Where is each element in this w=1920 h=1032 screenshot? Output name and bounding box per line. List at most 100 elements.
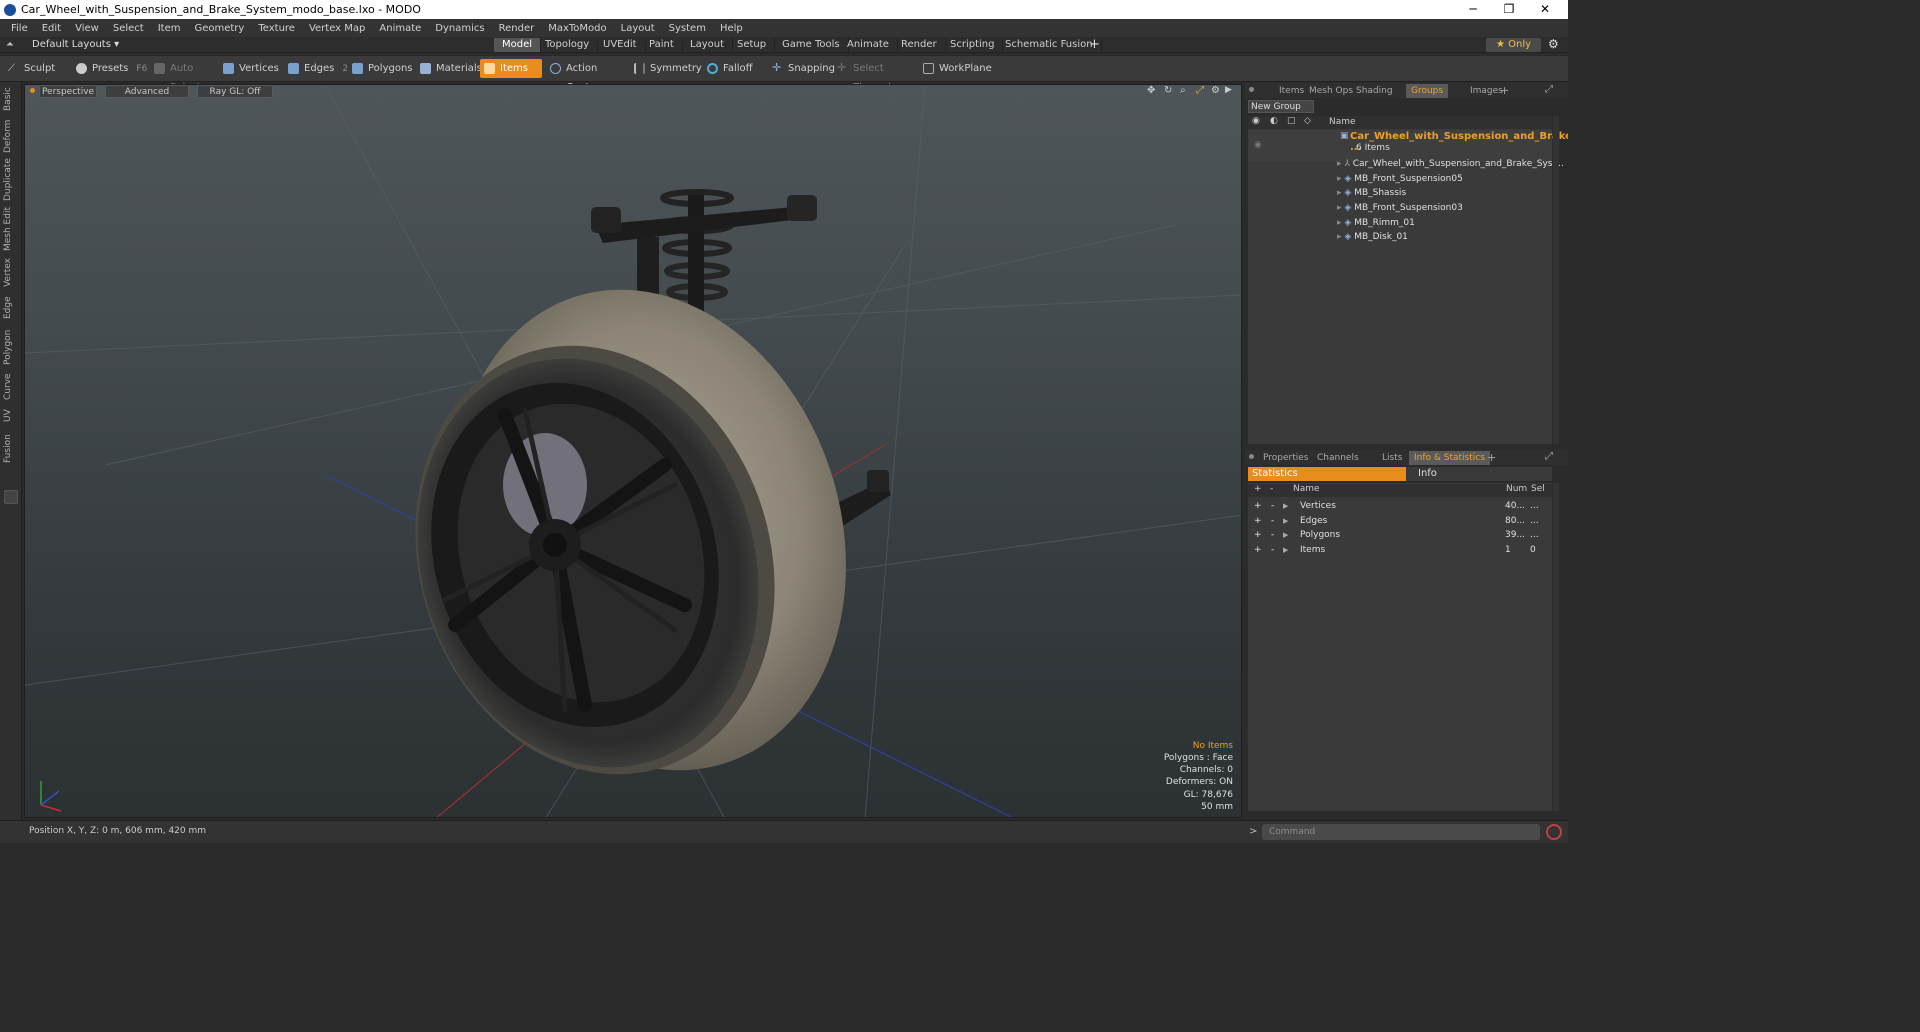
vtab-deform[interactable]: Deform	[3, 118, 19, 154]
stats-scrollbar[interactable]	[1553, 483, 1559, 811]
workplane-button[interactable]: WorkPlane	[919, 59, 992, 78]
visibility-column-icon[interactable]: ◉	[1252, 116, 1260, 126]
group-child-row[interactable]: ▸ ◈ MB_Front_Suspension03	[1337, 201, 1463, 216]
vertices-button[interactable]: Vertices1	[219, 59, 293, 78]
menu-view[interactable]: View	[75, 23, 99, 34]
panel-expand-icon[interactable]: ⤢	[1545, 84, 1553, 95]
menu-geometry[interactable]: Geometry	[194, 23, 244, 34]
vtab-duplicate[interactable]: Duplicate	[3, 158, 19, 202]
vtab-edge[interactable]: Edge	[3, 294, 19, 322]
menu-texture[interactable]: Texture	[258, 23, 295, 34]
group-child-row[interactable]: ▸ ◈ MB_Front_Suspension05	[1337, 172, 1463, 187]
menu-layout[interactable]: Layout	[621, 23, 655, 34]
menu-vertex-map[interactable]: Vertex Map	[309, 23, 365, 34]
tab-info-statistics[interactable]: Info & Statistics	[1409, 451, 1490, 465]
expand-row-button[interactable]: +	[1254, 499, 1262, 514]
group-visibility-icon[interactable]: ◉	[1254, 140, 1262, 150]
row-expand-arrow-icon[interactable]: ▶	[1283, 543, 1288, 558]
tab-render[interactable]: Render	[893, 38, 946, 52]
add-layout-tab-button[interactable]: +	[1089, 37, 1100, 52]
falloff-button[interactable]: Falloff	[703, 59, 759, 78]
vtab-vertex[interactable]: Vertex	[3, 256, 19, 290]
layout-collapse-icon[interactable]: ⏶	[6, 39, 18, 51]
collapse-row-button[interactable]: -	[1271, 499, 1274, 514]
groups-scrollbar[interactable]	[1553, 116, 1559, 444]
menu-select[interactable]: Select	[113, 23, 144, 34]
tab-mesh-ops[interactable]: Mesh Ops	[1304, 84, 1358, 98]
vtab-polygon[interactable]: Polygon	[3, 326, 19, 368]
polygons-button[interactable]: Polygons	[348, 59, 413, 78]
menu-maxtomodo[interactable]: MaxToModo	[548, 23, 606, 34]
statistics-row[interactable]: + - ▶ Edges 80......	[1248, 514, 1552, 529]
menu-help[interactable]: Help	[720, 23, 743, 34]
info-subtab[interactable]: Info	[1406, 467, 1552, 481]
3d-viewport[interactable]: Perspective Advanced Ray GL: Off ✥ ↻ ⌕ ⤢…	[24, 84, 1242, 818]
tab-schematic-fusion[interactable]: Schematic Fusion	[997, 38, 1102, 52]
menu-animate[interactable]: Animate	[379, 23, 421, 34]
statistics-row[interactable]: + - ▶ Items 1 0	[1248, 543, 1552, 558]
tab-channels[interactable]: Channels	[1312, 451, 1364, 465]
layout-selector[interactable]: Default Layouts ▾	[32, 38, 119, 52]
action-center-button[interactable]: Action Center	[546, 59, 626, 93]
vtab-uv[interactable]: UV	[3, 406, 19, 426]
vtab-fusion[interactable]: Fusion	[3, 430, 19, 468]
stats-panel-menu-dot-icon[interactable]	[1249, 454, 1254, 459]
statistics-row[interactable]: + - ▶ Polygons 39......	[1248, 528, 1552, 543]
expand-row-button[interactable]: +	[1254, 543, 1262, 558]
palette-toggle-button[interactable]	[4, 490, 18, 504]
collapse-all-header[interactable]: -	[1270, 484, 1273, 494]
vtab-curve[interactable]: Curve	[3, 372, 19, 402]
collapse-row-button[interactable]: -	[1271, 528, 1274, 543]
panel-menu-dot-icon[interactable]	[1249, 87, 1254, 92]
group-child-row[interactable]: ▸ ◈ MB_Shassis	[1337, 186, 1406, 201]
tab-layout[interactable]: Layout	[682, 38, 733, 52]
tab-animate[interactable]: Animate	[839, 38, 898, 52]
sculpt-button[interactable]: ⟋ Sculpt	[4, 59, 70, 78]
collapse-row-button[interactable]: -	[1271, 514, 1274, 529]
tab-lists[interactable]: Lists	[1377, 451, 1407, 465]
add-panel-tab-button[interactable]: +	[1495, 84, 1514, 98]
snapping-button[interactable]: ✛ Snapping	[768, 59, 835, 78]
menu-render[interactable]: Render	[499, 23, 535, 34]
expand-row-button[interactable]: +	[1254, 514, 1262, 529]
only-toggle[interactable]: ★ Only	[1486, 38, 1541, 52]
select-through-button[interactable]: ✛Select Through	[833, 59, 917, 93]
gear-icon[interactable]: ⚙	[1548, 37, 1559, 52]
group-child-row[interactable]: ▸ ◈ MB_Rimm_01	[1337, 216, 1415, 231]
tab-paint[interactable]: Paint	[641, 38, 683, 52]
items-button[interactable]: Items	[480, 59, 542, 78]
presets-button[interactable]: Presets F6	[72, 59, 147, 78]
new-group-button[interactable]: New Group	[1248, 100, 1314, 113]
tab-game-tools[interactable]: Game Tools	[774, 38, 849, 52]
menu-edit[interactable]: Edit	[42, 23, 61, 34]
render-column-icon[interactable]: ◐	[1270, 116, 1278, 126]
add-stats-tab-button[interactable]: +	[1482, 451, 1501, 465]
collapse-row-button[interactable]: -	[1271, 543, 1274, 558]
lock-column-icon[interactable]: ▢	[1287, 116, 1296, 126]
command-input[interactable]: Command	[1262, 824, 1540, 840]
close-button[interactable]: ✕	[1527, 0, 1563, 19]
group-child-row[interactable]: ▸ ◈ MB_Disk_01	[1337, 230, 1408, 245]
group-child-row[interactable]: ▸ ⅄ Car_Wheel_with_Suspension_and_Brake_…	[1337, 157, 1564, 172]
row-expand-arrow-icon[interactable]: ▶	[1283, 499, 1288, 514]
expand-row-button[interactable]: +	[1254, 528, 1262, 543]
select-column-icon[interactable]: ◇	[1304, 116, 1311, 126]
menu-system[interactable]: System	[669, 23, 706, 34]
tab-model[interactable]: Model	[494, 38, 542, 52]
edges-button[interactable]: Edges 2	[284, 59, 348, 78]
materials-button[interactable]: Materials	[416, 59, 482, 78]
tab-setup[interactable]: Setup	[729, 38, 776, 52]
record-icon[interactable]	[1546, 824, 1562, 840]
expand-all-header[interactable]: +	[1254, 484, 1262, 494]
menu-file[interactable]: File	[11, 23, 28, 34]
maximize-button[interactable]: ❐	[1491, 0, 1527, 19]
tab-shading[interactable]: Shading	[1351, 84, 1398, 98]
statistics-subtab[interactable]: Statistics	[1248, 467, 1406, 481]
menu-item[interactable]: Item	[158, 23, 181, 34]
vtab-mesh-edit[interactable]: Mesh Edit	[3, 206, 19, 252]
tab-scripting[interactable]: Scripting	[942, 38, 1004, 52]
tab-groups[interactable]: Groups	[1406, 84, 1449, 98]
row-expand-arrow-icon[interactable]: ▶	[1283, 514, 1288, 529]
minimize-button[interactable]: ─	[1455, 0, 1491, 19]
auto-select-button[interactable]: Auto Select	[150, 59, 218, 93]
